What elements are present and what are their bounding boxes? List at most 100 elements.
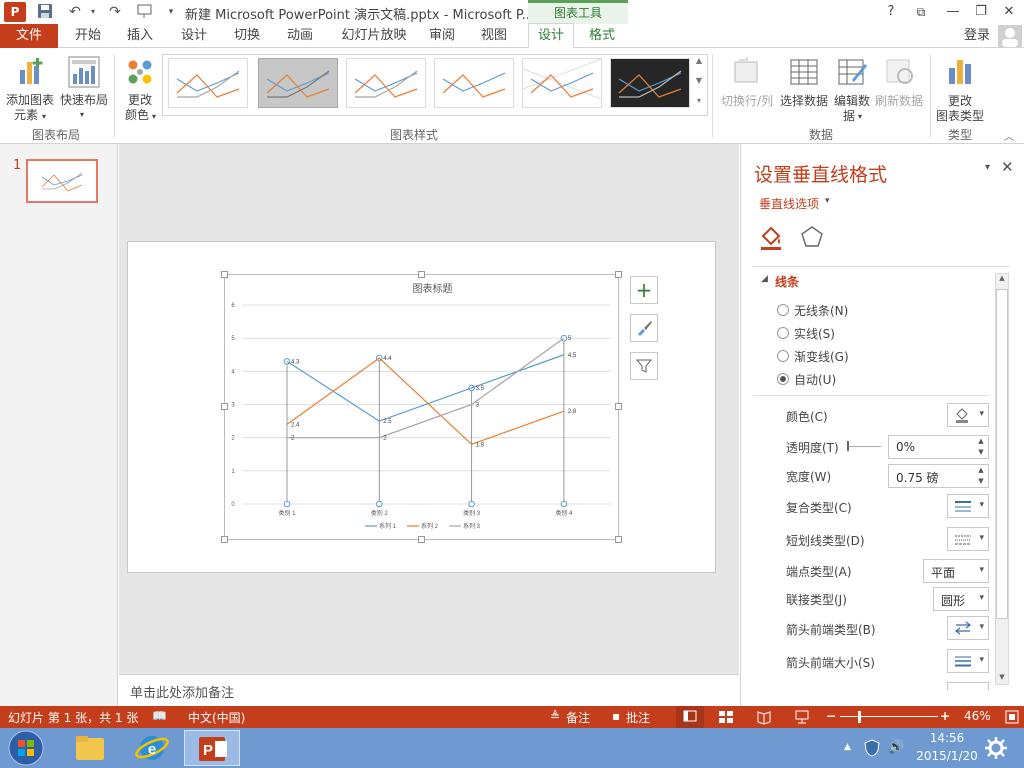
collapse-ribbon-icon[interactable]: ︿ xyxy=(1004,128,1014,143)
spellcheck-icon[interactable]: 📖 xyxy=(152,709,167,723)
tab-chart-format[interactable]: 格式 xyxy=(582,24,622,48)
notes-toggle-icon[interactable]: ≜ xyxy=(550,709,560,723)
resize-handle[interactable] xyxy=(615,536,622,543)
zoom-in-icon[interactable]: + xyxy=(940,709,950,723)
clock-date[interactable]: 2015/1/20 xyxy=(912,749,982,763)
radio-solid-line-label[interactable]: 实线(S) xyxy=(794,325,835,342)
notes-toggle-label[interactable]: 备注 xyxy=(566,709,590,726)
resize-handle[interactable] xyxy=(418,271,425,278)
color-picker[interactable]: ▾ xyxy=(947,403,989,427)
tab-animations[interactable]: 动画 xyxy=(282,24,318,48)
transparency-slider[interactable] xyxy=(847,446,881,447)
radio-no-line-label[interactable]: 无线条(N) xyxy=(794,302,848,319)
tab-transitions[interactable]: 切换 xyxy=(229,24,265,48)
customize-qat-icon[interactable]: ▾ xyxy=(162,3,180,21)
switch-row-column-button[interactable]: 切换行/列 xyxy=(718,52,776,122)
radio-solid-line[interactable] xyxy=(777,327,789,339)
show-hidden-icons-icon[interactable]: ▲ xyxy=(844,742,851,752)
arrow-begin-size-picker[interactable]: ▾ xyxy=(947,649,989,673)
signin-link[interactable]: 登录 xyxy=(962,24,992,48)
add-chart-element-button[interactable]: 添加图表 元素 ▾ xyxy=(4,52,54,122)
pane-options-dropdown-icon[interactable]: ▾ xyxy=(985,162,990,173)
chart-frame[interactable]: 图表标题 0 1 2 3 4 5 6 类别 1 类别 2 类别 3 类别 4 4.3 4.4 3.5 5 4.5… xyxy=(224,274,619,540)
arrow-begin-type-picker[interactable]: ▾ xyxy=(947,616,989,640)
effects-pentagon-icon[interactable] xyxy=(799,224,825,250)
line-section-label[interactable]: 线条 xyxy=(775,273,799,290)
slide-sorter-view-icon[interactable] xyxy=(718,709,734,728)
resize-handle[interactable] xyxy=(221,536,228,543)
drop-lines-options-label[interactable]: 垂直线选项 xyxy=(759,195,819,212)
change-colors-button[interactable]: 更改 颜色 ▾ xyxy=(120,52,160,122)
radio-gradient-line-label[interactable]: 渐变线(G) xyxy=(794,348,849,365)
radio-no-line[interactable] xyxy=(777,304,789,316)
comments-label[interactable]: 批注 xyxy=(626,709,650,726)
pane-close-icon[interactable]: ✕ xyxy=(1001,158,1014,176)
help-icon[interactable]: ? xyxy=(880,2,902,22)
radio-gradient-line[interactable] xyxy=(777,350,789,362)
join-type-select[interactable]: 圆形 ▾ xyxy=(933,587,989,611)
scroll-down-icon[interactable]: ▼ xyxy=(997,673,1007,683)
tab-home[interactable]: 开始 xyxy=(70,24,106,48)
select-data-button[interactable]: 选择数据 xyxy=(776,52,832,122)
comments-icon[interactable]: ▪ xyxy=(612,709,620,723)
action-center-gear-icon[interactable] xyxy=(984,736,1008,763)
clock-time[interactable]: 14:56 xyxy=(912,731,982,745)
resize-handle[interactable] xyxy=(418,536,425,543)
chart-style-4[interactable] xyxy=(434,58,514,108)
width-input[interactable]: 0.75 磅 ▲ ▼ xyxy=(888,464,989,488)
dash-type-picker[interactable]: ▾ xyxy=(947,527,989,551)
language-status[interactable]: 中文(中国) xyxy=(188,709,245,726)
transparency-slider-thumb[interactable] xyxy=(847,441,849,451)
spinner-icon[interactable]: ▲ ▼ xyxy=(974,465,988,487)
tab-view[interactable]: 视图 xyxy=(476,24,512,48)
tab-review[interactable]: 审阅 xyxy=(424,24,460,48)
zoom-slider-thumb[interactable] xyxy=(858,711,861,723)
zoom-out-icon[interactable]: − xyxy=(826,709,836,723)
powerpoint-logo-icon[interactable]: P xyxy=(4,2,26,22)
tab-chart-design[interactable]: 设计 xyxy=(528,23,574,48)
next-picker-partial[interactable] xyxy=(947,682,989,690)
quick-layout-button[interactable]: 快速布局 ▾ xyxy=(58,52,108,122)
scroll-up-icon[interactable]: ▲ xyxy=(997,274,1007,284)
redo-icon[interactable]: ↷ xyxy=(106,3,124,21)
compound-type-picker[interactable]: ▾ xyxy=(947,494,989,518)
cap-type-select[interactable]: 平面 ▾ xyxy=(923,559,989,583)
volume-icon[interactable]: 🔊 xyxy=(888,740,904,755)
section-collapse-icon[interactable]: ◢ xyxy=(761,274,768,284)
edit-data-button[interactable]: 编辑数 据 ▾ xyxy=(832,52,872,123)
tab-insert[interactable]: 插入 xyxy=(122,24,158,48)
maximize-icon[interactable]: ❐ xyxy=(970,2,992,22)
undo-icon[interactable]: ↶ xyxy=(66,3,84,21)
file-explorer-icon[interactable] xyxy=(62,730,118,766)
refresh-data-button[interactable]: 刷新数据 xyxy=(872,52,926,122)
gallery-scroll-up-icon[interactable]: ▲ xyxy=(692,56,706,74)
normal-view-icon[interactable] xyxy=(676,706,704,728)
gallery-more-icon[interactable]: ▾ xyxy=(692,96,706,114)
minimize-icon[interactable]: — xyxy=(942,2,964,22)
options-dropdown-icon[interactable]: ▾ xyxy=(825,196,830,206)
tab-slideshow[interactable]: 幻灯片放映 xyxy=(336,24,412,48)
change-chart-type-button[interactable]: 更改 图表类型 xyxy=(934,52,986,123)
zoom-slider[interactable] xyxy=(840,716,938,717)
notes-pane[interactable]: 单击此处添加备注 xyxy=(119,674,739,706)
close-icon[interactable]: ✕ xyxy=(998,2,1020,22)
transparency-input[interactable]: 0% ▲ ▼ xyxy=(888,435,989,459)
resize-handle[interactable] xyxy=(221,403,228,410)
slideshow-view-icon[interactable] xyxy=(794,709,810,728)
chart-style-6[interactable] xyxy=(610,58,690,108)
chart-style-3[interactable] xyxy=(346,58,426,108)
ribbon-display-icon[interactable]: ⧉ xyxy=(910,2,932,22)
tab-file[interactable]: 文件 xyxy=(0,24,58,48)
save-icon[interactable] xyxy=(36,3,54,21)
start-button-icon[interactable] xyxy=(6,729,46,767)
internet-explorer-icon[interactable]: e xyxy=(124,730,180,766)
radio-automatic-label[interactable]: 自动(U) xyxy=(794,371,836,388)
tab-design[interactable]: 设计 xyxy=(176,24,212,48)
powerpoint-taskbar-icon[interactable]: P xyxy=(184,730,240,766)
security-shield-icon[interactable] xyxy=(864,739,880,760)
fill-line-icon[interactable] xyxy=(759,224,785,250)
chart-style-2[interactable] xyxy=(258,58,338,108)
line-chart[interactable]: 图表标题 0 1 2 3 4 5 6 类别 1 类别 2 类别 3 类别 4 4.3 4.4 3.5 5 4.5… xyxy=(225,275,618,539)
radio-automatic[interactable] xyxy=(777,373,789,385)
zoom-level[interactable]: 46% xyxy=(964,709,991,723)
